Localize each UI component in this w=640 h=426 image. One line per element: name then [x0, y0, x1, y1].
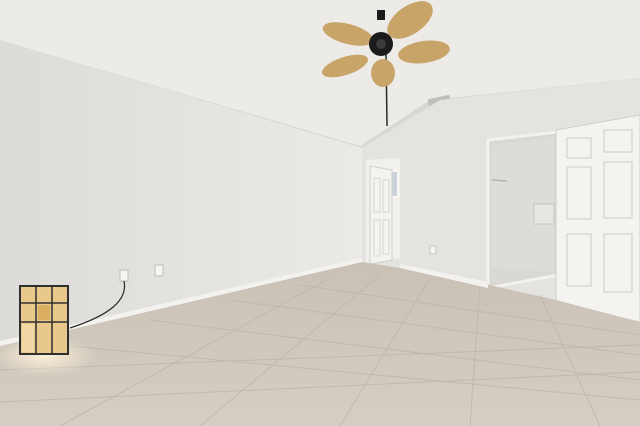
- wall-outlet: [429, 245, 437, 255]
- closet-opening: [486, 130, 560, 290]
- floor-lamp: [19, 285, 69, 355]
- room-photo: [0, 0, 640, 426]
- wall-outlet: [119, 269, 129, 282]
- wall-outlet: [154, 264, 164, 277]
- interior-door: [369, 165, 393, 265]
- closet-door: [555, 114, 640, 323]
